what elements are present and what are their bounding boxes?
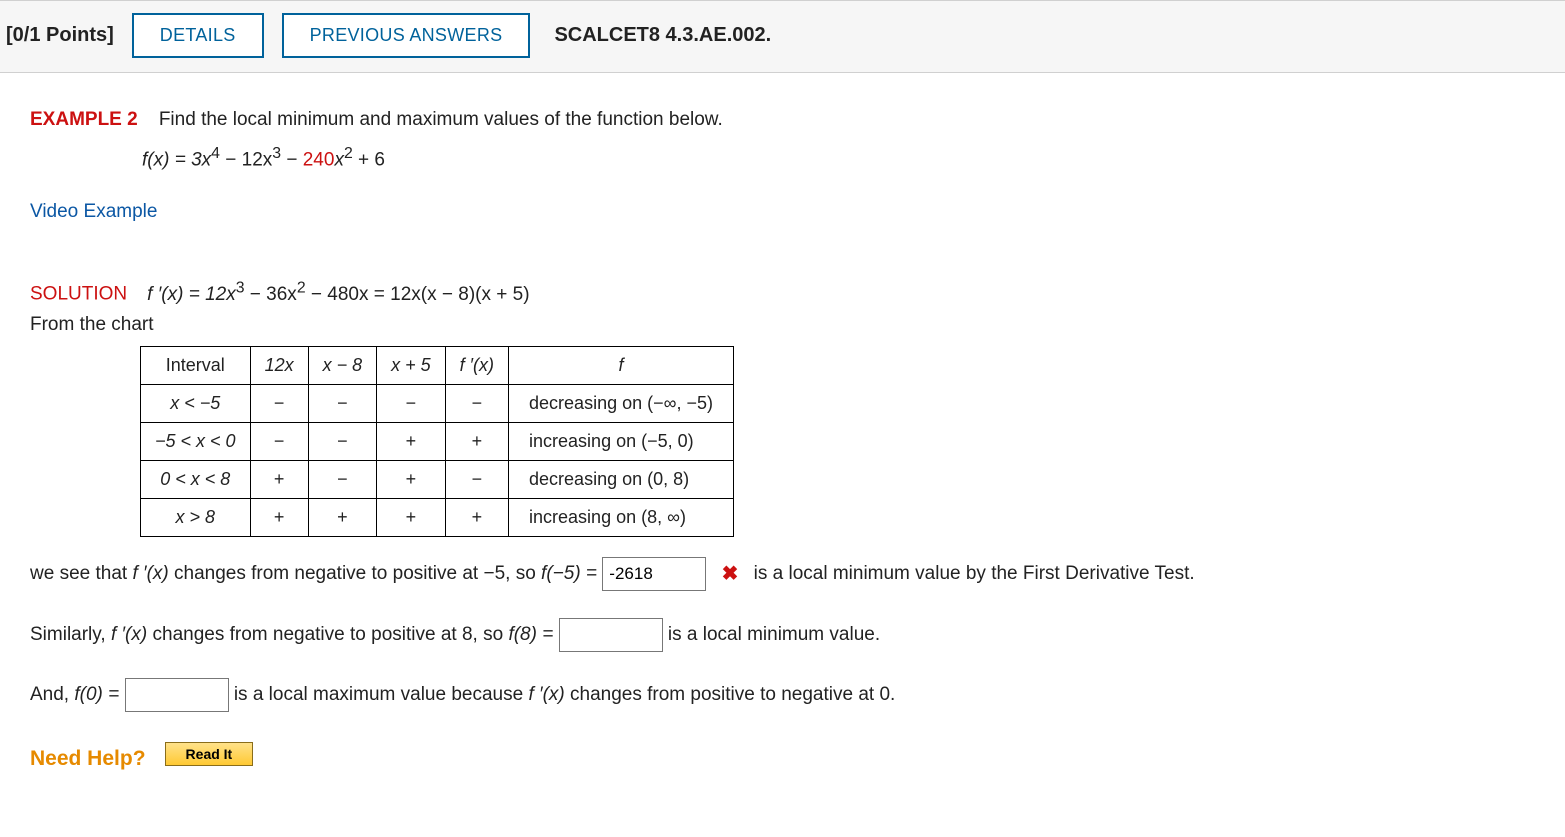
- read-it-button[interactable]: Read It: [165, 742, 254, 766]
- solution-label: SOLUTION: [30, 284, 127, 305]
- video-example-link[interactable]: Video Example: [30, 201, 157, 223]
- sentence-1: we see that f ′(x) changes from negative…: [30, 555, 1535, 593]
- sign-chart-table: Interval 12x x − 8 x + 5 f ′(x) f x < −5…: [140, 346, 734, 537]
- points-label: [0/1 Points]: [6, 24, 114, 47]
- prompt-text: Find the local minimum and maximum value…: [159, 109, 723, 130]
- solution-row: SOLUTION f ′(x) = 12x3 − 36x2 − 480x = 1…: [30, 279, 1535, 305]
- question-header: [0/1 Points] DETAILS PREVIOUS ANSWERS SC…: [0, 0, 1565, 73]
- example-label: EXAMPLE 2: [30, 109, 138, 130]
- wrong-icon: ✖: [722, 555, 739, 593]
- col-f: f: [618, 355, 623, 375]
- question-reference: SCALCET8 4.3.AE.002.: [554, 24, 771, 47]
- highlighted-coefficient: 240: [303, 149, 335, 170]
- function-definition: f(x) = 3x4 − 12x3 − 240x2 + 6: [142, 145, 1535, 171]
- details-button[interactable]: DETAILS: [132, 13, 264, 58]
- previous-answers-button[interactable]: PREVIOUS ANSWERS: [282, 13, 531, 58]
- col-x-minus-8: x − 8: [323, 355, 363, 375]
- col-fprime: f ′(x): [460, 355, 494, 375]
- sentence-2: Similarly, f ′(x) changes from negative …: [30, 617, 1535, 653]
- question-content: EXAMPLE 2 Find the local minimum and max…: [0, 73, 1565, 791]
- table-row: −5 < x < 0 − − + + increasing on (−5, 0): [141, 422, 734, 460]
- answer-input-f-of-minus-5[interactable]: [602, 557, 706, 591]
- sentence-3: And, f(0) = is a local maximum value bec…: [30, 677, 1535, 713]
- answer-input-f-of-0[interactable]: [125, 678, 229, 712]
- need-help-row: Need Help? Read It: [30, 737, 1535, 771]
- example-prompt: EXAMPLE 2 Find the local minimum and max…: [30, 109, 1535, 131]
- col-12x: 12x: [265, 355, 294, 375]
- answer-input-f-of-8[interactable]: [559, 618, 663, 652]
- need-help-label: Need Help?: [30, 747, 146, 771]
- col-interval: Interval: [141, 346, 251, 384]
- from-the-chart-text: From the chart: [30, 314, 1535, 336]
- derivative-equation: f ′(x) = 12x3 − 36x2 − 480x = 12x(x − 8)…: [147, 284, 529, 305]
- table-row: 0 < x < 8 + − + − decreasing on (0, 8): [141, 460, 734, 498]
- col-x-plus-5: x + 5: [391, 355, 431, 375]
- table-row: x > 8 + + + + increasing on (8, ∞): [141, 498, 734, 536]
- table-row: x < −5 − − − − decreasing on (−∞, −5): [141, 384, 734, 422]
